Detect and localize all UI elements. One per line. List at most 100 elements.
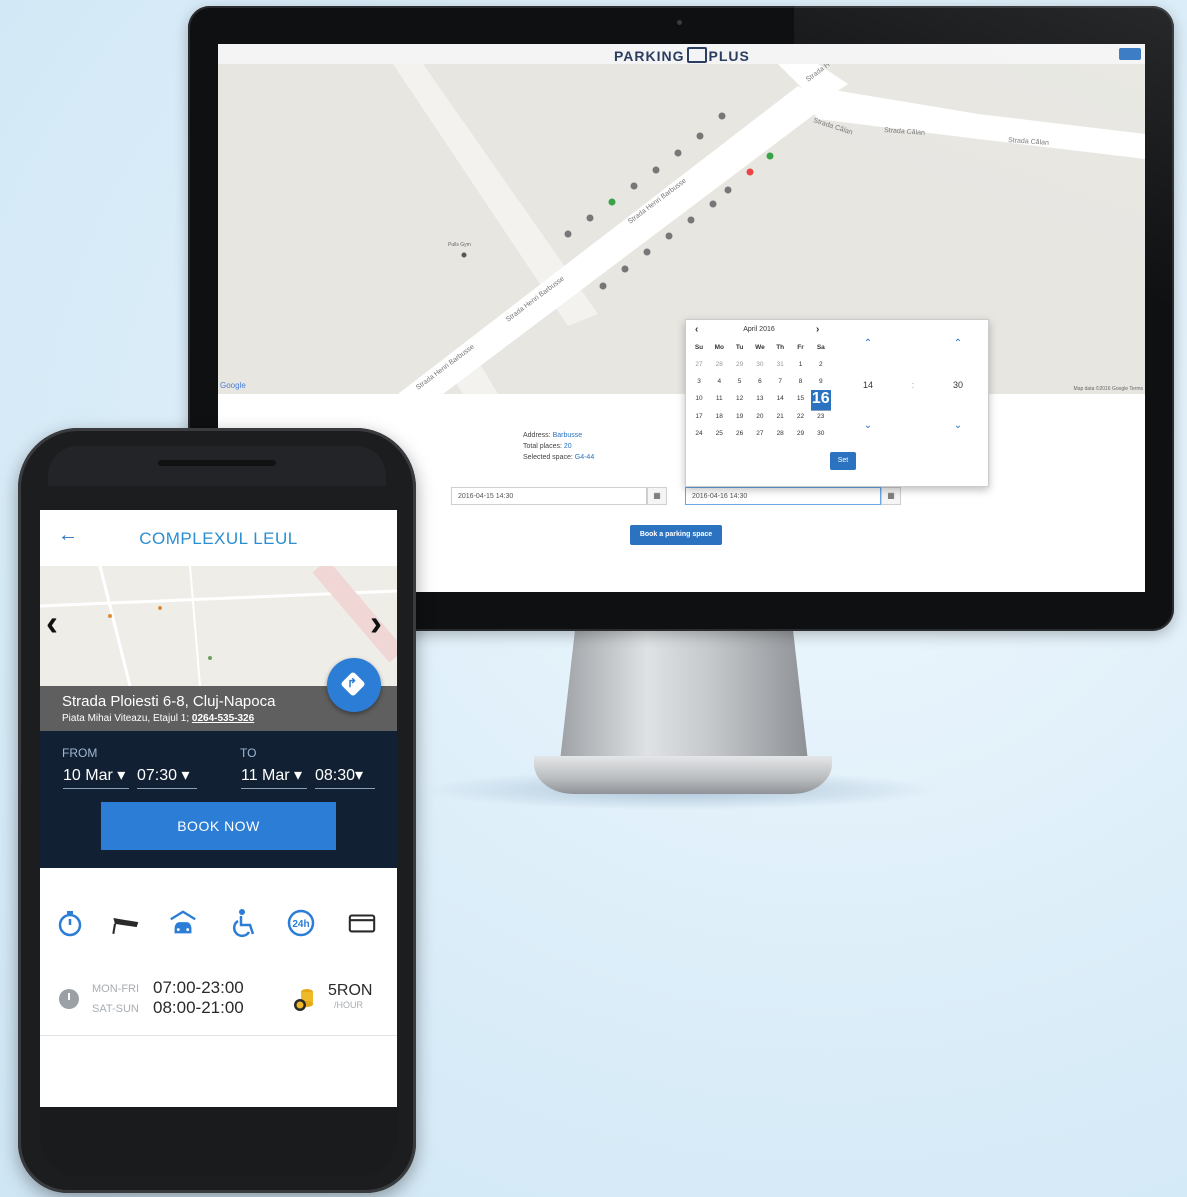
from-date-select[interactable]: 10 Mar ▾	[63, 765, 129, 789]
datetime-picker: ‹ April 2016 › Su Mo Tu We Th Fr Sa 27 28 29 30 31 1…	[685, 319, 989, 487]
calendar-day[interactable]: 6	[750, 373, 770, 390]
calendar-day[interactable]: 18	[709, 408, 729, 425]
calendar-day[interactable]: 14	[770, 390, 790, 407]
from-datetime-input[interactable]: 2016-04-15 14:30	[451, 487, 647, 505]
to-time-select[interactable]: 08:30▾	[315, 765, 375, 789]
calendar-day[interactable]: 17	[689, 408, 709, 425]
calendar-day[interactable]: 30	[811, 425, 831, 442]
svg-text:Strada Călan: Strada Călan	[884, 127, 925, 137]
selected-space-value: G4-44	[574, 454, 595, 461]
parking-info: Address: Barbusse Total places: 20 Selec…	[523, 432, 595, 461]
poi-label: Pulls Gym	[448, 242, 471, 248]
mobile-screen: ← COMPLEXUL LEUL ‹ › Strada Ploiesti 6-8…	[40, 510, 397, 1107]
prev-chevron-icon[interactable]: ‹	[46, 602, 58, 644]
phone-bottom-bezel	[40, 1107, 397, 1177]
weekday-hours: 07:00-23:00	[153, 978, 244, 997]
calendar-day[interactable]: 19	[730, 408, 750, 425]
book-now-button[interactable]: BOOK NOW	[101, 802, 336, 850]
picker-month[interactable]: April 2016	[724, 326, 794, 333]
minute-up-icon[interactable]: ⌃	[948, 338, 968, 349]
calendar-day[interactable]: 13	[750, 390, 770, 407]
weekday-header: Tu	[735, 344, 744, 351]
price: 5RON	[328, 982, 373, 999]
calendar-day[interactable]: 29	[791, 425, 811, 442]
price-unit: /HOUR	[334, 1000, 363, 1010]
weekday-header: Th	[776, 344, 785, 351]
to-datetime-input[interactable]: 2016-04-16 14:30	[685, 487, 881, 505]
turn-arrow-icon: ↱	[347, 676, 358, 690]
calendar-day[interactable]: 5	[730, 373, 750, 390]
hour-value[interactable]: 14	[858, 380, 878, 390]
brand-name: PARKING	[614, 48, 685, 64]
from-calendar-button[interactable]: ▦	[647, 487, 667, 505]
calendar-day[interactable]: 24	[689, 425, 709, 442]
from-time-select[interactable]: 07:30 ▾	[137, 765, 197, 789]
calendar-day[interactable]: 1	[791, 356, 811, 373]
from-label: FROM	[62, 746, 98, 760]
calendar-day[interactable]: 3	[689, 373, 709, 390]
wheelchair-icon	[232, 909, 255, 938]
minute-down-icon[interactable]: ⌄	[948, 420, 968, 431]
svg-text:Strada Călan: Strada Călan	[1008, 137, 1049, 147]
calendar-day[interactable]: 8	[791, 373, 811, 390]
calendar-day[interactable]: 27	[689, 356, 709, 373]
next-month-icon[interactable]: ›	[816, 324, 819, 335]
calendar-day[interactable]: 20	[750, 408, 770, 425]
monitor-stand-base	[534, 756, 832, 794]
page-title: COMPLEXUL LEUL	[139, 529, 298, 548]
google-logo: Google	[220, 381, 246, 390]
parking-map[interactable]: Pulls Gym Strada Călan Strada Călan Stra…	[218, 64, 1145, 394]
calendar-day[interactable]: 23	[811, 408, 831, 425]
calendar-day[interactable]: 31	[770, 356, 790, 373]
security-camera-icon	[112, 918, 139, 935]
calendar-day[interactable]: 22	[791, 408, 811, 425]
calendar-day[interactable]: 2	[811, 356, 831, 373]
phone-speaker	[158, 460, 276, 466]
calendar-day[interactable]: 30	[750, 356, 770, 373]
calendar-day[interactable]: 10	[689, 390, 709, 407]
total-places-value: 20	[563, 443, 572, 450]
hour-up-icon[interactable]: ⌃	[858, 338, 878, 349]
minute-value[interactable]: 30	[948, 380, 968, 390]
opening-hours: MON-FRI 07:00-23:00 SAT-SUN 08:00-21:00 …	[40, 960, 397, 1036]
calendar-day[interactable]: 27	[750, 425, 770, 442]
app-bar: ← COMPLEXUL LEUL	[40, 510, 397, 567]
calendar-day[interactable]: 26	[730, 425, 750, 442]
clock-icon	[59, 989, 79, 1009]
calendar-day[interactable]: 21	[770, 408, 790, 425]
time-separator: :	[911, 380, 915, 390]
calendar-day[interactable]: 11	[709, 390, 729, 407]
map-roads: Pulls Gym Strada Călan Strada Călan Stra…	[393, 64, 1145, 394]
phone-link[interactable]: 0264-535-326	[192, 713, 254, 724]
hour-down-icon[interactable]: ⌄	[858, 420, 878, 431]
address-value[interactable]: Barbusse	[553, 432, 583, 439]
prev-month-icon[interactable]: ‹	[695, 324, 698, 335]
weekday-label: MON-FRI	[92, 983, 140, 995]
weekend-label: SAT-SUN	[92, 1003, 139, 1015]
weekend-hours: 08:00-21:00	[153, 998, 244, 1017]
to-label: TO	[240, 746, 257, 760]
set-button[interactable]: Set	[830, 452, 856, 470]
car-logo-icon	[686, 47, 707, 63]
to-calendar-button[interactable]: ▦	[881, 487, 901, 505]
calendar-day[interactable]: 28	[709, 356, 729, 373]
calendar-day[interactable]: 12	[730, 390, 750, 407]
to-date-select[interactable]: 11 Mar ▾	[241, 765, 307, 789]
calendar-day[interactable]: 4	[709, 373, 729, 390]
calendar-day[interactable]: 29	[730, 356, 750, 373]
header-menu-button[interactable]	[1119, 48, 1141, 60]
directions-button[interactable]: ↱	[327, 658, 381, 712]
next-chevron-icon[interactable]: ›	[370, 602, 382, 644]
book-parking-space-button[interactable]: Book a parking space	[630, 525, 722, 545]
covered-parking-icon	[170, 910, 196, 934]
brand-logo[interactable]: PARKING PLUS	[614, 47, 750, 64]
svg-text:24h: 24h	[292, 919, 309, 930]
calendar-day[interactable]: 15	[791, 390, 811, 407]
calendar-day[interactable]: 25	[709, 425, 729, 442]
calendar-day[interactable]: 9	[811, 373, 831, 390]
booking-panel: FROM TO 10 Mar ▾ 07:30 ▾ 11 Mar ▾ 08:30▾…	[40, 731, 397, 868]
calendar-day[interactable]: 28	[770, 425, 790, 442]
calendar-day[interactable]: 7	[770, 373, 790, 390]
map-attribution[interactable]: Map data ©2016 Google Terms	[1074, 386, 1143, 392]
amenities-row: 24h	[40, 868, 397, 961]
